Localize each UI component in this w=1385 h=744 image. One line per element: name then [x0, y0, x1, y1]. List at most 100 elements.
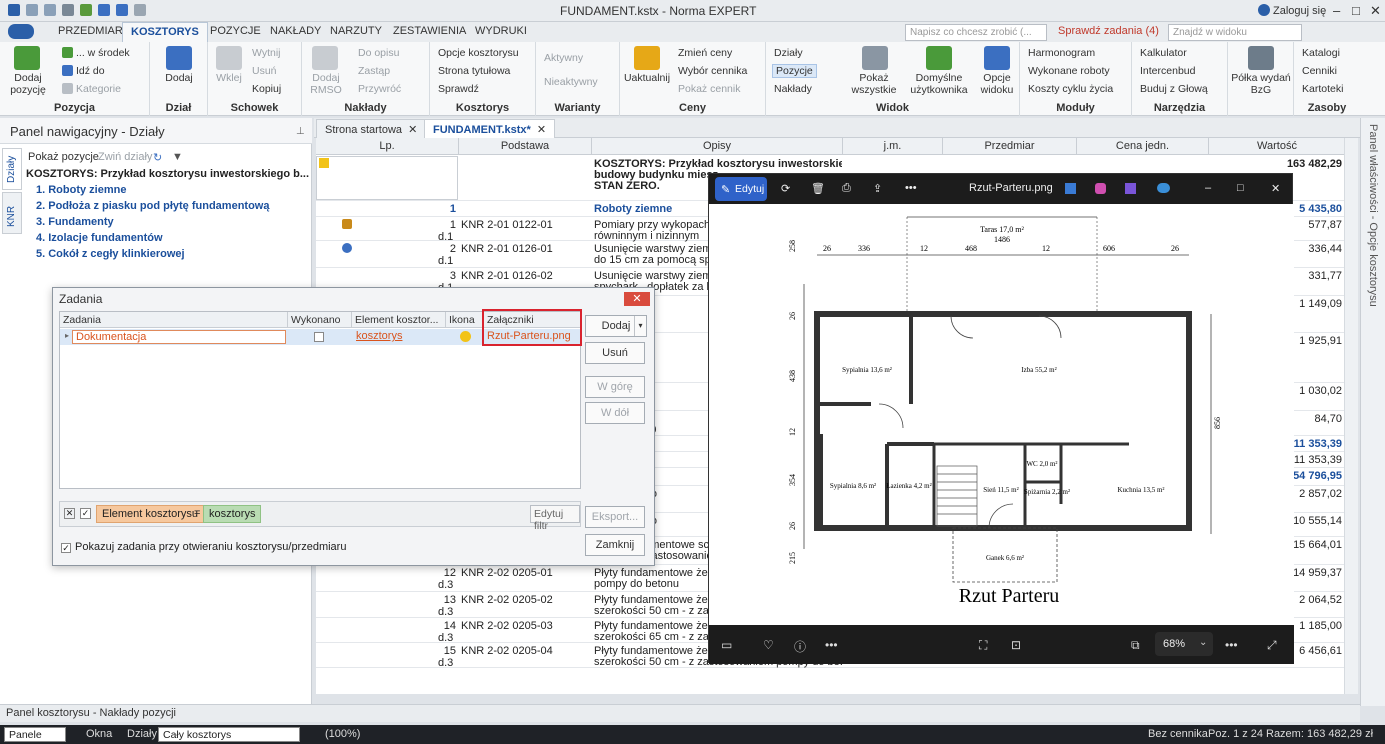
edit-button[interactable]: ✎ Edytuj [715, 177, 767, 201]
price-lists-button[interactable]: Cenniki [1302, 65, 1337, 77]
filmstrip-icon[interactable]: ▭ [721, 638, 732, 652]
col-done[interactable]: Wykonano [288, 312, 352, 328]
panels-dropdown[interactable]: Panele [4, 727, 66, 742]
viewer-maximize-icon[interactable]: □ [1237, 182, 1244, 194]
clipchamp-icon[interactable] [1095, 183, 1106, 194]
export-button[interactable]: Eksport... [585, 506, 645, 528]
maximize-icon[interactable]: □ [1352, 3, 1360, 18]
filter-icon[interactable]: ▼ [172, 151, 183, 163]
col-header-podstawa[interactable]: Podstawa [459, 138, 592, 155]
onedrive-icon[interactable] [1157, 183, 1170, 193]
tasks-link[interactable]: Sprawdź zadania (4) [1058, 25, 1159, 37]
tree-item-4[interactable]: 4. Izolacje fundamentów [26, 232, 309, 248]
grid-scrollbar[interactable] [1344, 138, 1358, 694]
tab-zestawienia[interactable]: ZESTAWIENIA [393, 25, 466, 37]
user-default-button[interactable]: Domyślne użytkownika [906, 72, 972, 96]
show-positions-button[interactable]: Pokaż pozycje [28, 151, 99, 163]
share-icon[interactable]: ⇪ [873, 182, 882, 195]
categories-button[interactable]: Kategorie [62, 83, 121, 95]
add-position-button[interactable]: Dodaj pozycję [4, 72, 52, 96]
update-prices-button[interactable]: Uaktualnij [622, 72, 672, 84]
arrow-icon[interactable] [98, 4, 110, 16]
col-header-cena[interactable]: Cena jedn. [1077, 138, 1209, 155]
col-header-przedmiar[interactable]: Przedmiar [943, 138, 1077, 155]
cut-button[interactable]: Wytnij [252, 47, 281, 59]
print-icon[interactable] [62, 4, 74, 16]
tab-pozycje[interactable]: POZYCJE [210, 25, 261, 37]
close-icon[interactable]: ✕ [1370, 3, 1381, 19]
calculator-button[interactable]: Kalkulator [1140, 47, 1187, 59]
tab-naklady[interactable]: NAKŁADY [270, 25, 321, 37]
estimate-panel-bar[interactable]: Panel kosztorysu - Nakłady pozycji [0, 704, 1360, 722]
col-element[interactable]: Element kosztor... [352, 312, 446, 328]
tree-item-3[interactable]: 3. Fundamenty [26, 216, 309, 232]
more-icon[interactable]: ••• [905, 182, 917, 194]
find-input[interactable]: Znajdź w widoku [1168, 24, 1302, 41]
intercenbud-button[interactable]: Intercenbud [1140, 65, 1195, 77]
view-sections-button[interactable]: Działy [774, 47, 803, 59]
move-down-button[interactable]: W dół [585, 402, 645, 424]
designer-icon[interactable] [1125, 183, 1136, 194]
properties-panel[interactable]: Panel właściwości - Opcje kosztorysu [1360, 118, 1385, 706]
done-checkbox[interactable] [314, 332, 324, 342]
element-link[interactable]: kosztorys [356, 330, 402, 342]
collapse-sections-button[interactable]: Zwiń działy [98, 151, 152, 163]
remove-task-button[interactable]: Usuń [585, 342, 645, 364]
login-link[interactable]: Zaloguj się [1273, 5, 1326, 17]
shelf-button[interactable]: Półka wydań BzG [1230, 72, 1292, 96]
show-price-list-button[interactable]: Pokaż cennik [678, 83, 740, 95]
clear-filter-icon[interactable]: ✕ [64, 508, 75, 519]
refresh-icon[interactable]: ↻ [153, 151, 162, 164]
estimate-options-button[interactable]: Opcje kosztorysu [438, 47, 519, 59]
tab-start-page[interactable]: Strona startowa ✕ [316, 119, 427, 138]
tree-item-1[interactable]: 1. Roboty ziemne [26, 184, 309, 200]
col-icon[interactable]: Ikona [446, 312, 484, 328]
variant-inactive-button[interactable]: Nieaktywny [544, 76, 598, 88]
dropdown-arrow-icon[interactable]: ▾ [634, 316, 646, 336]
viewer-close-icon[interactable]: ✕ [1271, 182, 1280, 195]
verify-button[interactable]: Sprawdź [438, 83, 479, 95]
records-button[interactable]: Kartoteki [1302, 83, 1343, 95]
actual-size-icon[interactable]: ⊡ [1011, 638, 1021, 652]
add-task-button[interactable]: Dodaj ▾ [585, 315, 647, 337]
completed-works-button[interactable]: Wykonane roboty [1028, 65, 1110, 77]
tab-wydruki[interactable]: WYDRUKI [475, 25, 527, 37]
rotate-icon[interactable]: ⟳ [781, 182, 790, 195]
photos-app-icon[interactable] [1065, 183, 1076, 194]
show-all-button[interactable]: Pokaż wszystkie [846, 72, 902, 96]
redo-icon[interactable] [44, 4, 56, 16]
tree-item-2[interactable]: 2. Podłoża z piasku pod płytę fundamento… [26, 200, 309, 216]
tab-narzuty[interactable]: NARZUTY [330, 25, 382, 37]
tab-dzialy[interactable]: Działy [2, 148, 22, 190]
delete-button[interactable]: Usuń [252, 65, 277, 77]
col-header-opisy[interactable]: Opisy [592, 138, 843, 155]
undo-icon[interactable] [26, 4, 38, 16]
to-description-button[interactable]: Do opisu [358, 47, 399, 59]
slideshow-icon[interactable]: ⧉ [1131, 638, 1140, 653]
copy-button[interactable]: Kopiuj [252, 83, 281, 95]
tab-przedmiar[interactable]: PRZEDMIAR [58, 25, 123, 37]
view-options-button[interactable]: Opcje widoku [976, 72, 1018, 96]
schedule-button[interactable]: Harmonogram [1028, 47, 1095, 59]
minimize-icon[interactable]: – [1333, 3, 1340, 18]
restore-button[interactable]: Przywróć [358, 83, 401, 95]
edit-filter-button[interactable]: Edytuj filtr [530, 505, 580, 532]
add-rmso-button[interactable]: Dodaj RMSO [304, 72, 348, 96]
view-resources-button[interactable]: Nakłady [774, 83, 812, 95]
col-header-jm[interactable]: j.m. [843, 138, 943, 155]
settings-icon[interactable] [134, 4, 146, 16]
title-page-button[interactable]: Strona tytułowa [438, 65, 510, 77]
paste-button[interactable]: Wklej [210, 72, 248, 84]
catalogs-button[interactable]: Katalogi [1302, 47, 1340, 59]
lifecycle-costs-button[interactable]: Koszty cyklu życia [1028, 83, 1113, 95]
move-up-button[interactable]: W górę [585, 376, 645, 398]
filter-value[interactable]: kosztorys [203, 505, 262, 523]
print-icon[interactable]: ⎙ [842, 182, 851, 195]
info-icon[interactable]: ⓘ [794, 638, 806, 655]
price-list-choice-button[interactable]: Wybór cennika [678, 65, 747, 77]
delete-icon[interactable]: 🗑 [811, 182, 825, 195]
ask-input[interactable]: Napisz co chcesz zrobić (... [905, 24, 1047, 41]
more-zoom-icon[interactable]: ••• [1225, 638, 1238, 652]
tab-kosztorys[interactable]: KOSZTORYS [122, 22, 208, 43]
task-name[interactable]: Dokumentacja [72, 330, 286, 344]
